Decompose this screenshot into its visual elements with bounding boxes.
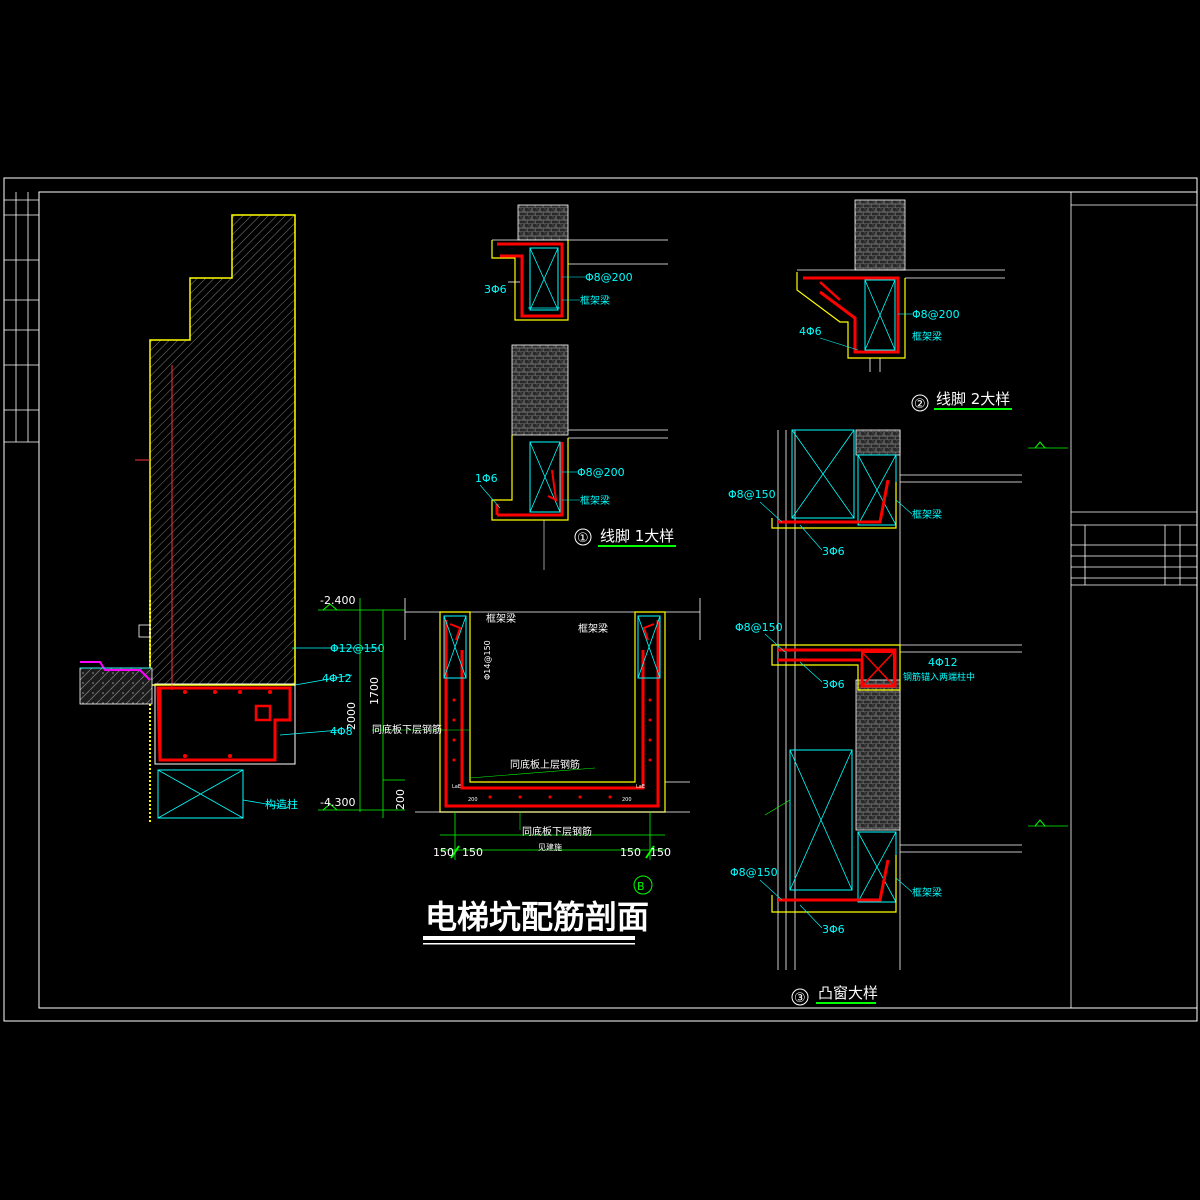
dim-2000: 2000 (345, 702, 358, 730)
label-3phi6-d3c: 3Φ6 (822, 923, 845, 936)
right-title-block (1070, 192, 1197, 1008)
label-phi12-150: Φ12@150 (330, 642, 385, 655)
elev-bottom: -4.300 (320, 796, 355, 809)
label-4phi12-d3: 4Φ12 (928, 656, 958, 669)
detail-3-number: ③ (794, 991, 806, 1006)
label-phi8-200-d1a: Φ8@200 (585, 271, 633, 284)
axis-marker-b: B (637, 880, 645, 893)
dim-1700: 1700 (368, 677, 381, 705)
label-phi8-150-b: Φ8@150 (735, 621, 783, 634)
label-frame-beam-d3b: 框架梁 (912, 886, 942, 899)
dim-150-c: 150 (620, 846, 641, 859)
lae-right: LaE (636, 784, 645, 790)
label-4phi6: 4Φ6 (799, 325, 822, 338)
detail-3: Φ8@150 3Φ6 框架梁 Φ8@150 3Φ6 4Φ12 钢筋锚入两端柱中 … (728, 429, 1068, 1006)
lae-left: LaE (452, 784, 461, 790)
label-anchor-note: 钢筋锚入两端柱中 (903, 671, 975, 683)
elevation-dimension: -2.400 -4.300 2000 1700 200 (318, 594, 407, 818)
left-section-wall (79, 214, 296, 822)
dim-200-right: 200 (622, 797, 632, 803)
detail-2-title: 线脚 2大样 (936, 390, 1010, 408)
elev-top: -2.400 (320, 594, 355, 607)
detail-2-number: ② (914, 397, 926, 412)
label-3phi6-d1: 3Φ6 (484, 283, 507, 296)
label-4phi12: 4Φ12 (322, 672, 352, 685)
detail-2: 4Φ6 Φ8@200 框架梁 ② 线脚 2大样 (796, 199, 1012, 412)
label-phi8-200-d1b: Φ8@200 (577, 466, 625, 479)
label-same-bottom-upper: 同底板上层钢筋 (510, 758, 580, 771)
label-wall-rebar: Φ14@150 (483, 640, 492, 680)
cad-drawing-canvas: Φ12@150 4Φ12 4Φ8 构造柱 -2.400 -4.300 2000 … (3, 177, 1198, 1022)
detail-1-upper: 3Φ6 Φ8@200 框架梁 (484, 204, 668, 321)
label-frame-beam-d1b: 框架梁 (580, 494, 610, 507)
detail-1-title: 线脚 1大样 (600, 527, 674, 545)
label-phi8-150-a: Φ8@150 (728, 488, 776, 501)
label-phi8-200-d2: Φ8@200 (912, 308, 960, 321)
dim-150-a: 150 (433, 846, 454, 859)
label-3phi6-d3a: 3Φ6 (822, 545, 845, 558)
left-title-strip (4, 192, 39, 443)
dim-200-left: 200 (468, 797, 478, 803)
label-phi8-150-c: Φ8@150 (730, 866, 778, 879)
label-frame-beam-pit-right: 框架梁 (578, 622, 608, 635)
main-title: 电梯坑配筋剖面 (425, 898, 649, 936)
label-frame-beam-pit-left: 框架梁 (486, 612, 516, 625)
pit-bottom-note: 见建施 (538, 842, 562, 852)
elevator-pit-section: 150 150 150 150 200 200 LaE LaE 见建施 B (404, 598, 701, 895)
detail-3-title: 凸窗大样 (818, 984, 878, 1002)
label-frame-beam-d2: 框架梁 (912, 330, 942, 343)
label-3phi6-d3b: 3Φ6 (822, 678, 845, 691)
label-frame-beam-d3a: 框架梁 (912, 508, 942, 521)
label-same-bottom-lower-2: 同底板下层钢筋 (522, 825, 592, 838)
label-same-bottom-lower: 同底板下层钢筋 (372, 723, 442, 736)
detail-1-number: ① (577, 531, 589, 546)
detail-1-lower: 1Φ6 Φ8@200 框架梁 ① 线脚 1大样 (475, 344, 676, 570)
label-frame-beam-d1a: 框架梁 (580, 294, 610, 307)
pit-labels: 框架梁 框架梁 Φ14@150 同底板下层钢筋 同底板上层钢筋 同底板下层钢筋 (372, 612, 608, 838)
label-1phi6: 1Φ6 (475, 472, 498, 485)
dim-200: 200 (394, 789, 407, 810)
label-structural-column: 构造柱 (265, 797, 298, 811)
main-title-group: 电梯坑配筋剖面 (423, 898, 649, 945)
dim-150-d: 150 (650, 846, 671, 859)
dim-150-b: 150 (462, 846, 483, 859)
